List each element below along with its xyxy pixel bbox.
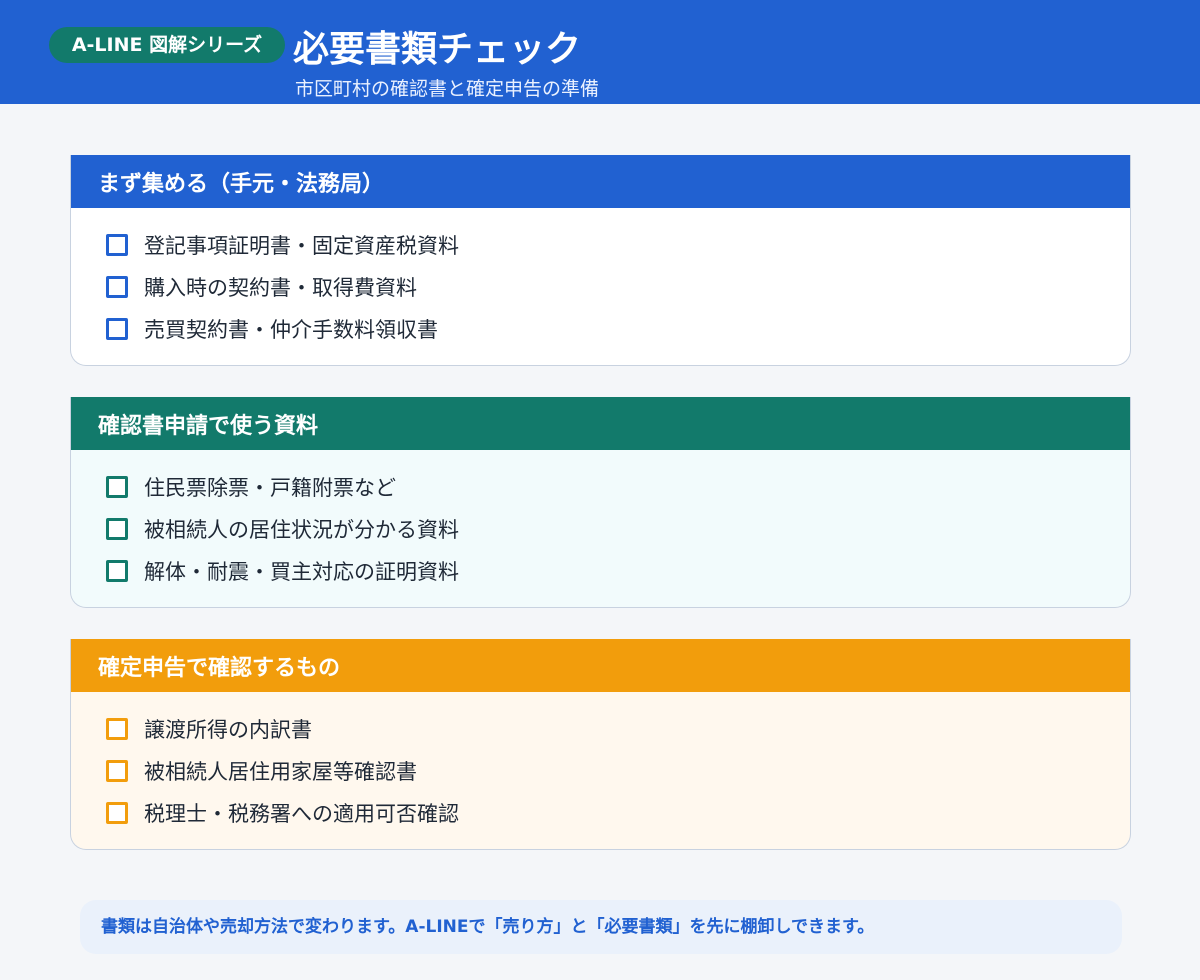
checklist-item[interactable]: 譲渡所得の内訳書 — [71, 714, 1130, 756]
checkbox-icon[interactable] — [106, 560, 128, 582]
section-title: 確定申告で確認するもの — [71, 639, 1130, 692]
section-tax-return: 確定申告で確認するもの 譲渡所得の内訳書 被相続人居住用家屋等確認書 税理士・税… — [70, 639, 1131, 850]
section-collect-first: まず集める（手元・法務局） 登記事項証明書・固定資産税資料 購入時の契約書・取得… — [70, 155, 1131, 366]
checkbox-icon[interactable] — [106, 802, 128, 824]
checklist: 譲渡所得の内訳書 被相続人居住用家屋等確認書 税理士・税務署への適用可否確認 — [71, 692, 1130, 840]
checkbox-icon[interactable] — [106, 518, 128, 540]
page-title: 必要書類チェック — [293, 29, 582, 70]
checklist-item[interactable]: 税理士・税務署への適用可否確認 — [71, 798, 1130, 840]
checklist-item[interactable]: 被相続人の居住状況が分かる資料 — [71, 514, 1130, 556]
checklist-item-label: 購入時の契約書・取得費資料 — [144, 276, 417, 300]
checkbox-icon[interactable] — [106, 318, 128, 340]
checklist-item[interactable]: 購入時の契約書・取得費資料 — [71, 272, 1130, 314]
checkbox-icon[interactable] — [106, 760, 128, 782]
checkbox-icon[interactable] — [106, 234, 128, 256]
checklist-item-label: 税理士・税務署への適用可否確認 — [144, 802, 459, 826]
checklist-item-label: 被相続人居住用家屋等確認書 — [144, 760, 417, 784]
checklist-item[interactable]: 被相続人居住用家屋等確認書 — [71, 756, 1130, 798]
checklist: 登記事項証明書・固定資産税資料 購入時の契約書・取得費資料 売買契約書・仲介手数… — [71, 208, 1130, 356]
checkbox-icon[interactable] — [106, 476, 128, 498]
checklist-item-label: 売買契約書・仲介手数料領収書 — [144, 318, 438, 342]
checkbox-icon[interactable] — [106, 718, 128, 740]
section-title: まず集める（手元・法務局） — [71, 155, 1130, 208]
header-bar: A-LINE 図解シリーズ 必要書類チェック 市区町村の確認書と確定申告の準備 — [0, 0, 1200, 104]
section-title: 確認書申請で使う資料 — [71, 397, 1130, 450]
checklist-item-label: 被相続人の居住状況が分かる資料 — [144, 518, 459, 542]
section-certificate-application: 確認書申請で使う資料 住民票除票・戸籍附票など 被相続人の居住状況が分かる資料 … — [70, 397, 1131, 608]
footer-note: 書類は自治体や売却方法で変わります。A-LINEで「売り方」と「必要書類」を先に… — [80, 900, 1122, 954]
checklist-item-label: 登記事項証明書・固定資産税資料 — [144, 234, 459, 258]
checklist-item[interactable]: 売買契約書・仲介手数料領収書 — [71, 314, 1130, 356]
checklist-item-label: 住民票除票・戸籍附票など — [144, 476, 396, 500]
checkbox-icon[interactable] — [106, 276, 128, 298]
checklist-item-label: 譲渡所得の内訳書 — [144, 718, 312, 742]
checklist-item-label: 解体・耐震・買主対応の証明資料 — [144, 560, 459, 584]
checklist-item[interactable]: 住民票除票・戸籍附票など — [71, 472, 1130, 514]
page-subtitle: 市区町村の確認書と確定申告の準備 — [295, 78, 600, 100]
checklist-item[interactable]: 登記事項証明書・固定資産税資料 — [71, 230, 1130, 272]
checklist-item[interactable]: 解体・耐震・買主対応の証明資料 — [71, 556, 1130, 598]
series-badge: A-LINE 図解シリーズ — [49, 27, 285, 63]
checklist: 住民票除票・戸籍附票など 被相続人の居住状況が分かる資料 解体・耐震・買主対応の… — [71, 450, 1130, 598]
